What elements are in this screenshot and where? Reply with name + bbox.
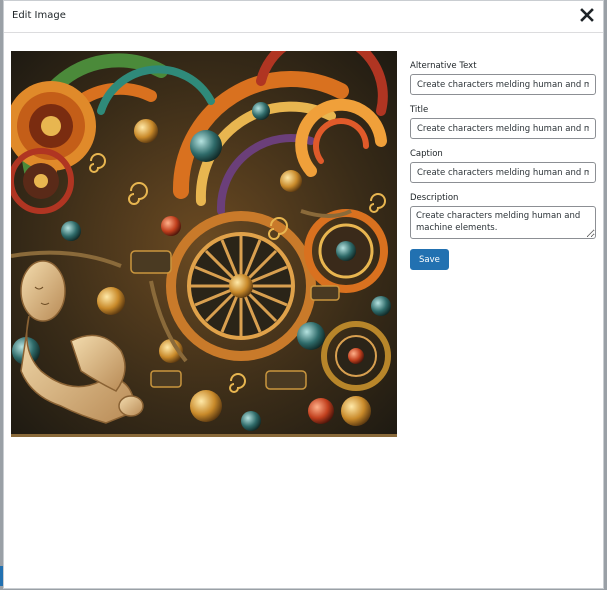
- modal-title: Edit Image: [12, 10, 66, 21]
- close-icon: [580, 8, 594, 22]
- caption-input[interactable]: [410, 162, 596, 183]
- modal-header: Edit Image: [4, 1, 603, 33]
- image-preview: [11, 51, 397, 437]
- title-label: Title: [410, 105, 429, 115]
- alt-text-label: Alternative Text: [410, 61, 477, 71]
- edit-image-modal: Edit Image Alternative Text Create chara…: [3, 0, 604, 589]
- description-textarea[interactable]: Create characters melding human and mach…: [410, 206, 596, 239]
- close-button[interactable]: [577, 5, 597, 25]
- alt-text-input[interactable]: [410, 74, 596, 95]
- caption-label: Caption: [410, 149, 443, 159]
- image-details-form: Alternative Text Title Caption Descripti…: [410, 61, 598, 270]
- save-button[interactable]: Save: [410, 249, 449, 270]
- preview-artwork: [11, 51, 397, 437]
- description-label: Description: [410, 193, 459, 203]
- title-input[interactable]: [410, 118, 596, 139]
